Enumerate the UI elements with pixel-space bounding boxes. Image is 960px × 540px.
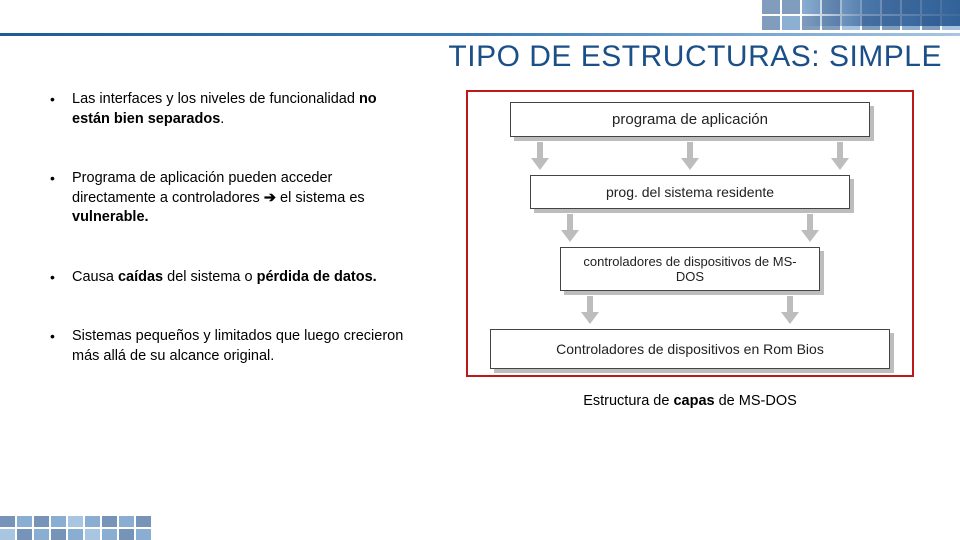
caption-text: Estructura de: [583, 393, 673, 409]
decor-top-line: [0, 33, 960, 36]
bullet-item: Causa caídas del sistema o pérdida de da…: [50, 268, 410, 288]
bullet-text: el sistema es: [276, 190, 365, 206]
bullet-text: Las interfaces y los niveles de funciona…: [72, 91, 359, 107]
diagram-layer-system-resident: prog. del sistema residente: [530, 175, 850, 209]
diagram-column: programa de aplicación prog. del sistema…: [450, 90, 930, 510]
bullet-list: Las interfaces y los niveles de funciona…: [50, 90, 410, 367]
bullet-bold: pérdida de datos.: [257, 269, 377, 285]
bullet-text: Causa: [72, 269, 118, 285]
bullet-bold: caídas: [118, 269, 163, 285]
bullet-text: del sistema o: [163, 269, 257, 285]
diagram-arrow-row: [570, 211, 810, 245]
page-title: TIPO DE ESTRUCTURAS: SIMPLE: [0, 40, 942, 74]
caption-text: de MS-DOS: [715, 393, 797, 409]
bullet-item: Sistemas pequeños y limitados que luego …: [50, 327, 410, 366]
diagram-layer-msdos-drivers: controladores de dispositivos de MS-DOS: [560, 247, 820, 291]
bullet-text: .: [220, 111, 224, 127]
bullet-item: Las interfaces y los niveles de funciona…: [50, 90, 410, 129]
caption-bold: capas: [673, 393, 714, 409]
arrow-right-icon: ➔: [264, 190, 276, 206]
bullet-column: Las interfaces y los niveles de funciona…: [50, 90, 410, 510]
diagram-arrow-row: [540, 139, 840, 173]
decor-top-gradient: [800, 0, 960, 26]
content-area: Las interfaces y los niveles de funciona…: [50, 90, 930, 510]
bullet-text: Sistemas pequeños y limitados que luego …: [72, 328, 403, 364]
bullet-bold: vulnerable.: [72, 209, 149, 225]
diagram-frame: programa de aplicación prog. del sistema…: [466, 90, 914, 377]
diagram-caption: Estructura de capas de MS-DOS: [583, 393, 797, 409]
diagram-layer-application: programa de aplicación: [510, 102, 870, 137]
diagram-layer-rom-bios: Controladores de dispositivos en Rom Bio…: [490, 329, 890, 369]
decor-bottom-squares: [0, 516, 150, 540]
bullet-item: Programa de aplicación pueden acceder di…: [50, 169, 410, 228]
diagram-arrow-row: [590, 293, 790, 327]
